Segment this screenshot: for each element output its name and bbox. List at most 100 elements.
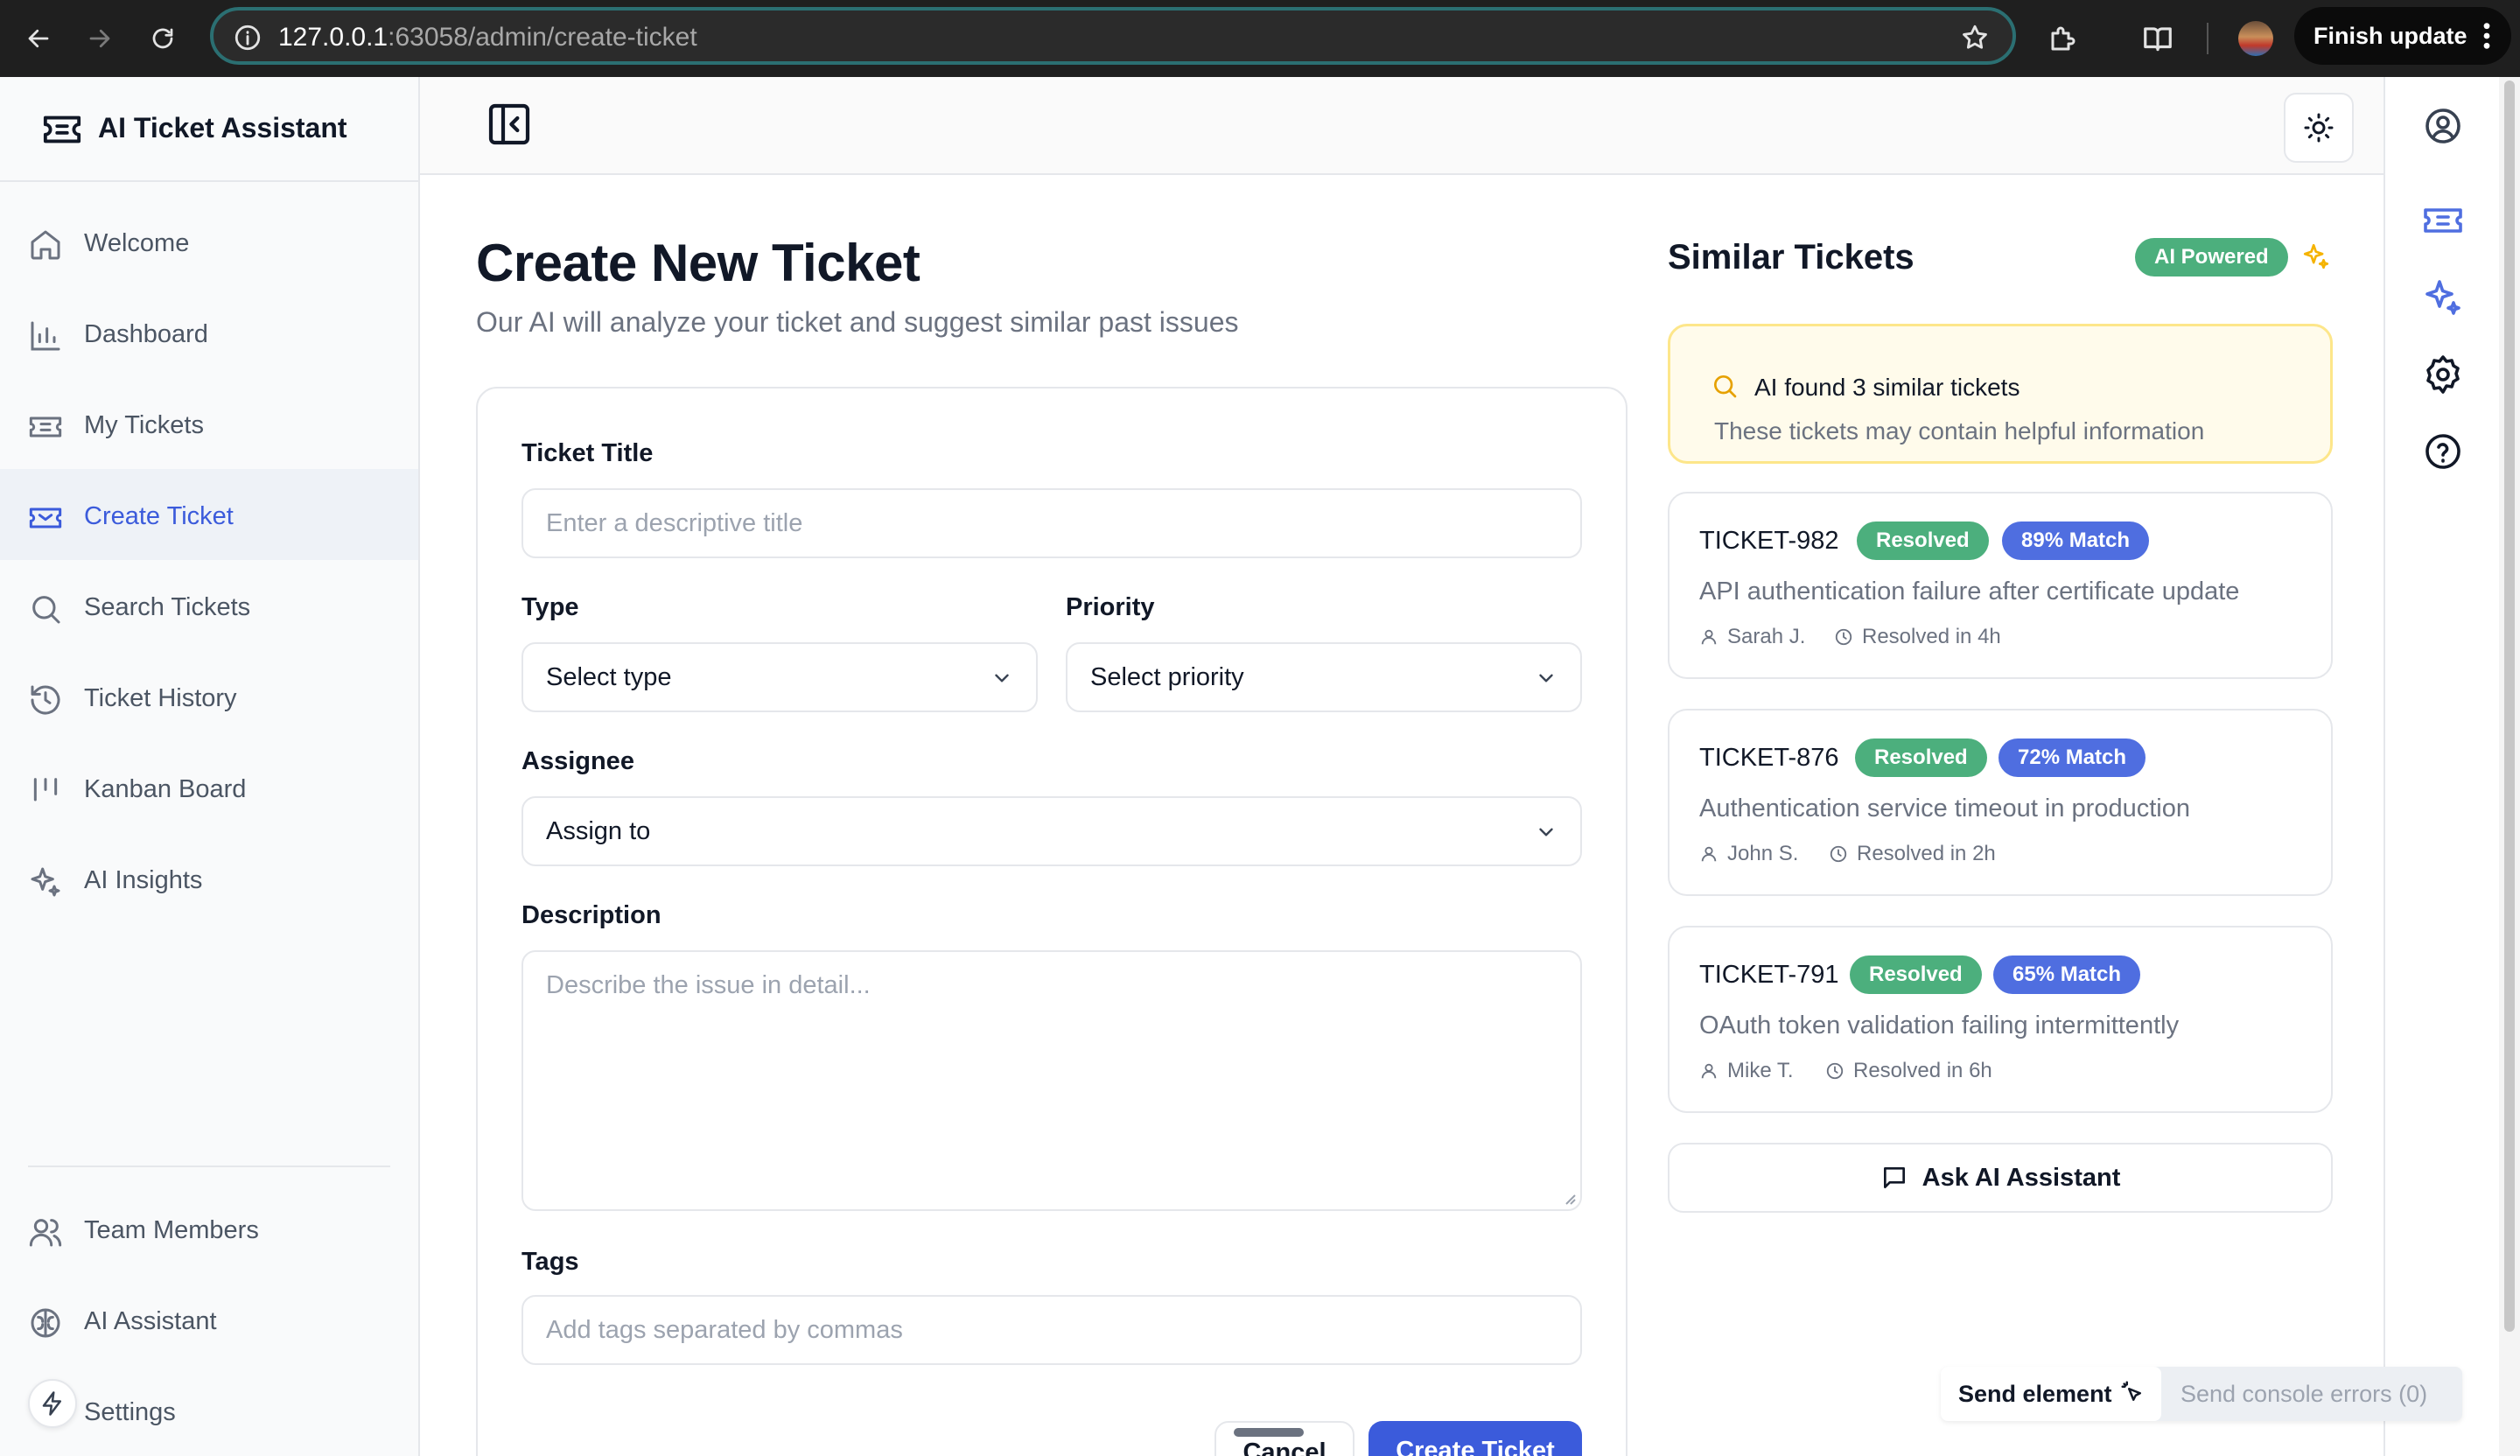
ticket-resolved-time: Resolved in 6h <box>1825 1059 1992 1083</box>
theme-toggle-button[interactable] <box>2284 93 2354 163</box>
tags-placeholder: Add tags separated by commas <box>546 1316 903 1344</box>
main-topbar <box>420 77 2384 175</box>
user-circle-icon[interactable] <box>2422 105 2464 147</box>
cancel-overlay-bar <box>1234 1428 1304 1437</box>
chevron-down-icon <box>1539 828 1553 836</box>
send-element-label: Send element <box>1958 1381 2112 1407</box>
search-icon <box>32 596 60 624</box>
puzzle-icon <box>2051 26 2076 51</box>
type-select[interactable]: Select type <box>522 642 1038 712</box>
sidebar-item-ai-assistant[interactable]: AI Assistant <box>0 1274 418 1365</box>
reload-button[interactable] <box>138 14 187 63</box>
sidebar-divider <box>28 1166 390 1167</box>
ticket-description: OAuth token validation failing intermitt… <box>1699 1012 2180 1040</box>
sidebar-item-ai-insights[interactable]: AI Insights <box>0 833 418 924</box>
url-text: 127.0.0.1:63058/admin/create-ticket <box>278 23 697 52</box>
brand-name: AI Ticket Assistant <box>98 112 347 144</box>
bookmark-star-icon[interactable] <box>1960 23 1990 52</box>
arrow-right-icon <box>89 29 110 48</box>
profile-avatar[interactable] <box>2233 16 2278 61</box>
book-icon <box>2144 27 2172 52</box>
ticket-resolved-time: Resolved in 2h <box>1829 842 1996 866</box>
help-circle-icon[interactable] <box>2422 430 2464 472</box>
ticket-description: API authentication failure after certifi… <box>1699 578 2240 606</box>
user-icon <box>1701 629 1717 645</box>
sidebar-item-ticket-history[interactable]: Ticket History <box>0 651 418 742</box>
settings-icon[interactable] <box>2422 354 2464 396</box>
sidebar-item-team-members[interactable]: Team Members <box>0 1183 418 1274</box>
type-select-value: Select type <box>546 663 672 691</box>
similar-ticket-card[interactable]: TICKET-876 Resolved 72% Match Authentica… <box>1668 709 2333 896</box>
quick-action-button[interactable] <box>28 1379 77 1428</box>
kanban-icon <box>33 778 58 802</box>
resize-grip-icon[interactable] <box>1561 1190 1577 1206</box>
status-badge: Resolved <box>1857 522 1989 560</box>
ticket-id: TICKET-876 <box>1699 744 1839 772</box>
sidebar-item-welcome[interactable]: Welcome <box>0 196 418 287</box>
sun-icon <box>2304 113 2334 143</box>
scrollbar-thumb[interactable] <box>2504 80 2515 1332</box>
ticket-title-label: Ticket Title <box>522 439 654 467</box>
forward-button[interactable] <box>75 14 124 63</box>
similar-ticket-card[interactable]: TICKET-982 Resolved 89% Match API authen… <box>1668 492 2333 679</box>
sidebar-item-label: Settings <box>84 1398 176 1426</box>
ai-found-notice: AI found 3 similar tickets These tickets… <box>1668 324 2333 464</box>
address-bar[interactable]: 127.0.0.1:63058/admin/create-ticket <box>210 7 2016 65</box>
priority-select-value: Select priority <box>1090 663 1244 691</box>
ticket-title-input[interactable]: Enter a descriptive title <box>522 488 1582 558</box>
clock-icon <box>1830 845 1847 863</box>
sidebar-collapse-icon[interactable] <box>485 100 534 149</box>
ticket-icon <box>29 416 62 438</box>
more-vertical-icon <box>2483 23 2490 49</box>
ticket-assignee-name: John S. <box>1727 842 1799 865</box>
home-icon <box>31 230 60 260</box>
user-icon <box>1701 846 1717 862</box>
brand[interactable]: AI Ticket Assistant <box>0 77 418 182</box>
ticket-assignee: John S. <box>1699 842 1798 866</box>
sidebar-item-kanban-board[interactable]: Kanban Board <box>0 742 418 833</box>
ticket-assignee: Sarah J. <box>1699 625 1805 649</box>
sidebar-item-label: Search Tickets <box>84 593 251 621</box>
similar-tickets-title: Similar Tickets <box>1668 238 1914 276</box>
finish-update-label: Finish update <box>2314 22 2468 49</box>
back-button[interactable] <box>14 14 63 63</box>
extensions-button[interactable] <box>2040 16 2086 61</box>
assignee-select[interactable]: Assign to <box>522 796 1582 866</box>
reading-mode-button[interactable] <box>2135 16 2180 61</box>
send-console-errors-button[interactable]: Send console errors (0) <box>2180 1381 2427 1408</box>
sidebar-item-label: Ticket History <box>84 684 237 712</box>
sidebar-item-search-tickets[interactable]: Search Tickets <box>0 560 418 651</box>
similar-ticket-card[interactable]: TICKET-791 Resolved 65% Match OAuth toke… <box>1668 926 2333 1113</box>
avatar-image <box>2238 21 2273 56</box>
sidebar-item-my-tickets[interactable]: My Tickets <box>0 378 418 469</box>
ai-found-title: AI found 3 similar tickets <box>1754 374 2020 401</box>
ask-ai-assistant-button[interactable]: Ask AI Assistant <box>1668 1143 2333 1213</box>
sidebar-item-label: Dashboard <box>84 320 208 348</box>
create-ticket-form: Ticket Title Enter a descriptive title T… <box>476 387 1628 1456</box>
ticket-assignee: Mike T. <box>1699 1059 1794 1083</box>
bar-chart-icon <box>31 321 60 351</box>
cancel-button-label: Cancel <box>1242 1438 1326 1456</box>
description-textarea[interactable]: Describe the issue in detail... <box>522 950 1582 1211</box>
site-info-icon[interactable] <box>233 23 262 52</box>
sparkles-icon[interactable] <box>2422 276 2464 318</box>
search-icon <box>1714 375 1737 398</box>
reload-icon <box>152 28 173 49</box>
priority-select[interactable]: Select priority <box>1066 642 1582 712</box>
tags-input[interactable]: Add tags separated by commas <box>522 1295 1582 1365</box>
right-rail <box>2384 77 2499 1456</box>
chevron-down-icon <box>1539 674 1553 682</box>
sidebar: AI Ticket Assistant Welcome Dashboard My… <box>0 77 420 1456</box>
sidebar-item-create-ticket[interactable]: Create Ticket <box>0 469 418 560</box>
sidebar-item-label: Welcome <box>84 229 190 257</box>
finish-update-button[interactable]: Finish update <box>2294 7 2511 65</box>
ticket-icon[interactable] <box>2422 200 2464 242</box>
page-scrollbar[interactable] <box>2499 77 2520 1456</box>
ticket-title-placeholder: Enter a descriptive title <box>546 509 803 537</box>
sidebar-item-dashboard[interactable]: Dashboard <box>0 287 418 378</box>
sidebar-item-label: Kanban Board <box>84 775 247 803</box>
send-element-button[interactable]: Send element <box>1941 1367 2161 1421</box>
cancel-button[interactable]: Cancel <box>1214 1421 1354 1456</box>
create-ticket-button[interactable]: Create Ticket <box>1368 1421 1582 1456</box>
sidebar-item-label: My Tickets <box>84 411 204 439</box>
